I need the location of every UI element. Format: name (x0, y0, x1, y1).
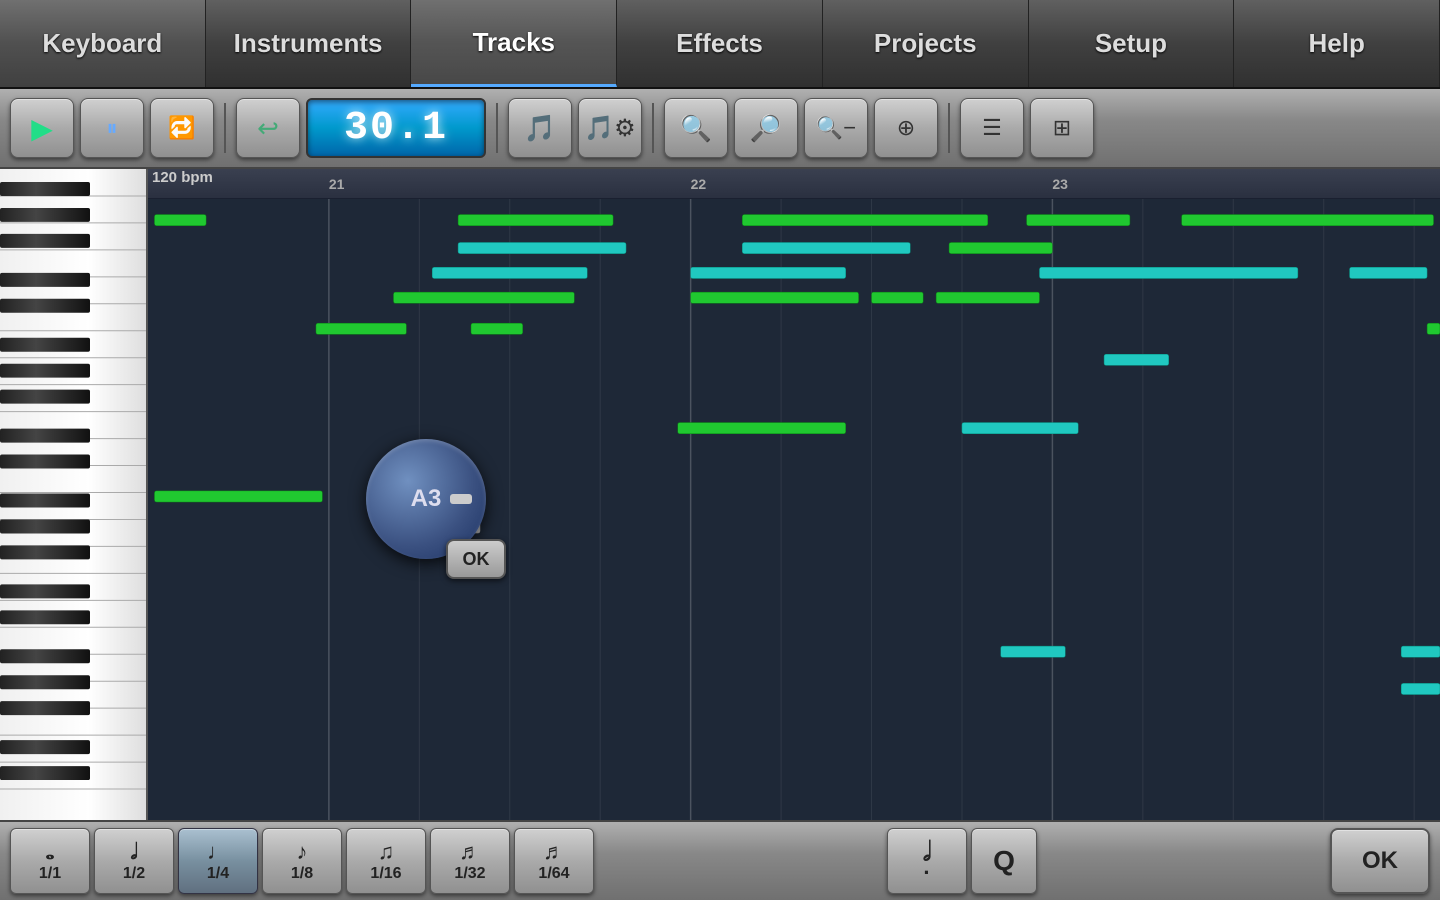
dotted-indicator: · (923, 860, 930, 886)
16th-note-label: 1/16 (370, 865, 401, 883)
separator-3 (652, 103, 654, 153)
whole-note-icon: 𝅝 (46, 839, 55, 865)
note-quarter-button[interactable]: ♩ 1/4 (178, 828, 258, 894)
loop-icon: 🔁 (168, 115, 195, 141)
bpm-label: 120 bpm (152, 169, 213, 186)
quantize-button[interactable]: Q (971, 828, 1037, 894)
metronome-icon: 🎵 (524, 113, 556, 144)
undo-button[interactable]: ↩ (236, 98, 300, 158)
grid-container[interactable]: A3 OK (148, 199, 1440, 820)
zoom-out-icon: 🔍− (816, 115, 856, 141)
ruler: 21 22 23 (148, 169, 1440, 199)
note-eighth-button[interactable]: ♪ 1/8 (262, 828, 342, 894)
ok-button[interactable]: OK (1330, 828, 1430, 894)
pause-button[interactable]: ⏸ (80, 98, 144, 158)
play-button[interactable]: ▶ (10, 98, 74, 158)
half-note-icon: 𝅗𝅥 (131, 839, 138, 865)
tab-effects[interactable]: Effects (617, 0, 823, 87)
loop-button[interactable]: 🔁 (150, 98, 214, 158)
64th-note-label: 1/64 (538, 865, 569, 883)
64th-note-icon: ♬ (543, 839, 565, 865)
toolbar: ▶ ⏸ 🔁 ↩ 30.1 🎵 🎵⚙ 🔍 🔎 🔍− ⊕ ☰ ⊞ (0, 89, 1440, 169)
zoom-fit-button[interactable]: 🔍 (664, 98, 728, 158)
zoom-selection-button[interactable]: ⊕ (874, 98, 938, 158)
grid-svg (148, 199, 1440, 820)
dotted-note-button[interactable]: 𝅗𝅥 · (887, 828, 967, 894)
grid-view-button[interactable]: ⊞ (1030, 98, 1094, 158)
eighth-note-icon: ♪ (297, 839, 308, 865)
a3-popup[interactable]: A3 OK (366, 439, 486, 559)
zoom-out-button[interactable]: 🔍− (804, 98, 868, 158)
note-16th-button[interactable]: ♫ 1/16 (346, 828, 426, 894)
ruler-mark-21: 21 (329, 176, 345, 192)
ruler-mark-23: 23 (1052, 176, 1068, 192)
tab-setup[interactable]: Setup (1029, 0, 1235, 87)
32nd-note-icon: ♬ (459, 839, 481, 865)
tab-instruments[interactable]: Instruments (206, 0, 412, 87)
eighth-note-label: 1/8 (291, 865, 313, 883)
metronome-button[interactable]: 🎵 (508, 98, 572, 158)
quarter-note-icon: ♩ (207, 839, 229, 865)
note-whole-button[interactable]: 𝅝 1/1 (10, 828, 90, 894)
piano-keyboard[interactable] (0, 169, 148, 820)
knob-indicator (450, 494, 472, 504)
grid-view-icon: ⊞ (1053, 115, 1071, 141)
top-navigation: Keyboard Instruments Tracks Effects Proj… (0, 0, 1440, 89)
pause-icon: ⏸ (106, 115, 117, 141)
main-area: 120 bpm 21 22 23 (0, 169, 1440, 820)
zoom-selection-icon: ⊕ (897, 115, 915, 141)
play-icon: ▶ (31, 112, 53, 145)
tab-tracks[interactable]: Tracks (411, 0, 617, 87)
tab-projects[interactable]: Projects (823, 0, 1029, 87)
32nd-note-label: 1/32 (454, 865, 485, 883)
a3-ok-button[interactable]: OK (446, 539, 506, 579)
ruler-mark-22: 22 (691, 176, 707, 192)
list-view-button[interactable]: ☰ (960, 98, 1024, 158)
undo-icon: ↩ (257, 113, 279, 144)
zoom-in-button[interactable]: 🔎 (734, 98, 798, 158)
position-display: 30.1 (306, 98, 486, 158)
zoom-in-icon: 🔎 (750, 113, 782, 144)
piano-roll[interactable]: 120 bpm 21 22 23 (148, 169, 1440, 820)
quarter-note-label: 1/4 (207, 865, 229, 883)
note-64th-button[interactable]: ♬ 1/64 (514, 828, 594, 894)
metronome-settings-icon: 🎵⚙ (584, 114, 635, 143)
tab-keyboard[interactable]: Keyboard (0, 0, 206, 87)
separator-1 (224, 103, 226, 153)
note-32nd-button[interactable]: ♬ 1/32 (430, 828, 510, 894)
half-note-label: 1/2 (123, 865, 145, 883)
bottom-bar: 𝅝 1/1 𝅗𝅥 1/2 ♩ 1/4 ♪ 1/8 ♫ 1/16 ♬ 1/32 ♬… (0, 820, 1440, 900)
list-view-icon: ☰ (982, 115, 1002, 141)
a3-knob-label: A3 (411, 485, 442, 513)
note-half-button[interactable]: 𝅗𝅥 1/2 (94, 828, 174, 894)
separator-4 (948, 103, 950, 153)
whole-note-label: 1/1 (39, 865, 61, 883)
16th-note-icon: ♫ (378, 839, 395, 865)
metronome-settings-button[interactable]: 🎵⚙ (578, 98, 642, 158)
piano-svg (0, 169, 148, 820)
zoom-fit-icon: 🔍 (680, 113, 712, 144)
separator-2 (496, 103, 498, 153)
tab-help[interactable]: Help (1234, 0, 1440, 87)
